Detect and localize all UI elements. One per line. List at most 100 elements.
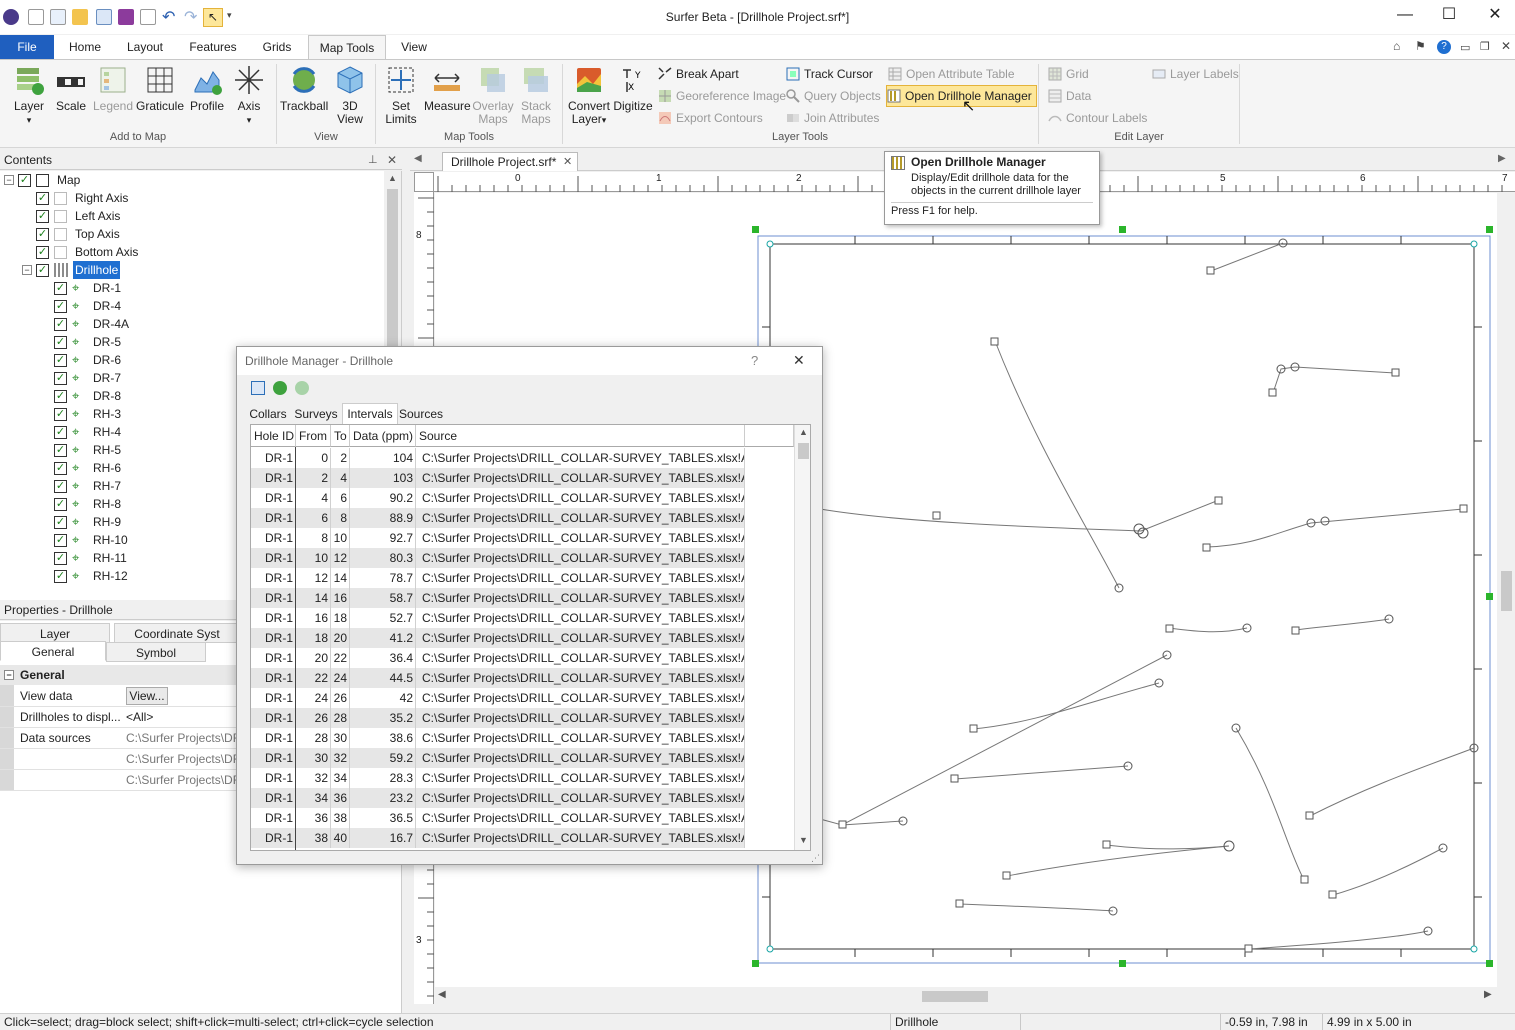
table-row[interactable]: DR-1 22 24 44.5 C:\Surfer Projects\DRILL_COL… — [251, 668, 745, 688]
visibility-checkbox[interactable]: ✓ — [54, 336, 67, 349]
table-row[interactable]: DR-1 20 22 36.4 C:\Surfer Projects\DRILL_COL… — [251, 648, 745, 668]
georeference-image-button[interactable]: Georeference Image — [658, 86, 786, 106]
contour-labels-button[interactable]: Contour Labels — [1048, 108, 1147, 128]
visibility-checkbox[interactable]: ✓ — [54, 516, 67, 529]
convert-layer-button[interactable]: Convert Layer▾ — [566, 64, 612, 127]
digitize-button[interactable]: YX Digitize — [612, 64, 654, 113]
table-cell[interactable]: DR-1 — [251, 548, 296, 568]
table-cell[interactable]: DR-1 — [251, 488, 296, 508]
table-row[interactable]: DR-1 14 16 58.7 C:\Surfer Projects\DRILL_COL… — [251, 588, 745, 608]
table-cell[interactable]: DR-1 — [251, 788, 296, 808]
table-cell[interactable]: 0 — [296, 448, 331, 468]
visibility-checkbox[interactable]: ✓ — [54, 480, 67, 493]
table-cell[interactable]: C:\Surfer Projects\DRILL_COLLAR-SURVEY_T… — [416, 448, 745, 468]
table-row[interactable]: DR-1 26 28 35.2 C:\Surfer Projects\DRILL_COL… — [251, 708, 745, 728]
scroll-thumb[interactable] — [798, 443, 809, 459]
section-general[interactable]: − General — [0, 665, 240, 685]
table-cell[interactable]: 2 — [331, 448, 350, 468]
table-cell[interactable]: 36 — [296, 808, 331, 828]
table-row[interactable]: DR-1 8 10 92.7 C:\Surfer Projects\DRILL_COLL… — [251, 528, 745, 548]
end-of-hole-markers[interactable] — [898, 238, 1479, 936]
edit-data-button[interactable]: Data — [1048, 86, 1091, 106]
table-cell[interactable]: C:\Surfer Projects\DRILL_COLLAR-SURVEY_T… — [416, 648, 745, 668]
3d-view-button[interactable]: 3D View — [330, 64, 370, 126]
tab-collars[interactable]: Collars — [248, 404, 288, 424]
column-header-from[interactable]: From — [296, 425, 331, 447]
tree-item-top-axis[interactable]: ✓ Top Axis — [0, 225, 380, 243]
table-cell[interactable]: C:\Surfer Projects\DRILL_COLLAR-SURVEY_T… — [416, 568, 745, 588]
drillhole-traces[interactable] — [819, 242, 1475, 950]
table-cell[interactable]: 28 — [296, 728, 331, 748]
table-cell[interactable]: 23.2 — [350, 788, 416, 808]
tab-map-tools[interactable]: Map Tools — [308, 35, 386, 59]
table-cell[interactable]: 38.6 — [350, 728, 416, 748]
visibility-checkbox[interactable]: ✓ — [36, 246, 49, 259]
visibility-checkbox[interactable]: ✓ — [54, 426, 67, 439]
table-cell[interactable]: 36.4 — [350, 648, 416, 668]
table-cell[interactable]: 26 — [331, 688, 350, 708]
data-source-value[interactable]: C:\Surfer Projects\DR — [126, 749, 238, 769]
table-cell[interactable]: 34 — [331, 768, 350, 788]
grid-vertical-scrollbar[interactable]: ▲ ▼ — [794, 425, 810, 850]
overlay-maps-button[interactable]: Overlay Maps — [472, 64, 514, 126]
table-cell[interactable]: 8 — [296, 528, 331, 548]
canvas-vertical-scrollbar[interactable] — [1497, 193, 1515, 988]
visibility-checkbox[interactable]: ✓ — [54, 534, 67, 547]
table-cell[interactable]: 30 — [331, 728, 350, 748]
drillholes-to-display-value[interactable]: <All> — [126, 707, 238, 727]
table-cell[interactable]: DR-1 — [251, 448, 296, 468]
table-cell[interactable]: C:\Surfer Projects\DRILL_COLLAR-SURVEY_T… — [416, 788, 745, 808]
tree-item-drillhole[interactable]: ✓ ⌖ DR-1 — [0, 279, 380, 297]
visibility-checkbox[interactable]: ✓ — [54, 408, 67, 421]
table-cell[interactable]: 104 — [350, 448, 416, 468]
data-source-value[interactable]: C:\Surfer Projects\DR — [126, 770, 238, 790]
break-apart-button[interactable]: Break Apart — [658, 64, 739, 84]
table-cell[interactable]: 40 — [331, 828, 350, 848]
visibility-checkbox[interactable]: ✓ — [18, 174, 31, 187]
export-contours-button[interactable]: Export Contours — [658, 108, 763, 128]
tab-general[interactable]: General — [0, 641, 106, 661]
import-data-icon[interactable] — [251, 381, 265, 395]
table-cell[interactable]: DR-1 — [251, 828, 296, 848]
tab-view[interactable]: View — [392, 35, 436, 59]
scroll-down-icon[interactable]: ▼ — [795, 835, 810, 845]
table-row[interactable]: DR-1 30 32 59.2 C:\Surfer Projects\DRILL_COL… — [251, 748, 745, 768]
tab-layer[interactable]: Layer — [0, 623, 110, 643]
home-icon[interactable]: ⌂ — [1393, 39, 1400, 53]
table-row[interactable]: DR-1 12 14 78.7 C:\Surfer Projects\DRILL_COL… — [251, 568, 745, 588]
tab-sources[interactable]: Sources — [399, 404, 443, 424]
table-cell[interactable]: DR-1 — [251, 708, 296, 728]
scroll-right-icon[interactable]: ▶ — [1484, 989, 1492, 1000]
table-cell[interactable]: 52.7 — [350, 608, 416, 628]
scroll-up-icon[interactable]: ▲ — [795, 427, 810, 437]
table-cell[interactable]: 10 — [296, 548, 331, 568]
table-cell[interactable]: 2 — [296, 468, 331, 488]
visibility-checkbox[interactable]: ✓ — [54, 282, 67, 295]
table-cell[interactable]: DR-1 — [251, 588, 296, 608]
resize-grip-icon[interactable]: ⋰ — [811, 853, 820, 864]
table-cell[interactable]: 92.7 — [350, 528, 416, 548]
doc-close-icon[interactable]: ✕ — [1501, 39, 1511, 53]
table-cell[interactable]: 6 — [331, 488, 350, 508]
scale-button[interactable]: Scale — [52, 64, 90, 113]
table-cell[interactable]: 12 — [331, 548, 350, 568]
document-tab[interactable]: Drillhole Project.srf* ✕ — [442, 152, 578, 171]
visibility-checkbox[interactable]: ✓ — [54, 354, 67, 367]
table-cell[interactable]: 44.5 — [350, 668, 416, 688]
table-cell[interactable]: 6 — [296, 508, 331, 528]
table-row[interactable]: DR-1 32 34 28.3 C:\Surfer Projects\DRILL_COL… — [251, 768, 745, 788]
table-cell[interactable]: 20 — [331, 628, 350, 648]
refresh-icon[interactable] — [273, 381, 287, 395]
table-cell[interactable]: DR-1 — [251, 728, 296, 748]
close-tab-icon[interactable]: ✕ — [563, 153, 572, 171]
table-row[interactable]: DR-1 24 26 42 C:\Surfer Projects\DRILL_COLLA… — [251, 688, 745, 708]
intervals-grid[interactable]: Hole ID From To Data (ppm) Source DR-1 0 2… — [250, 424, 811, 851]
table-cell[interactable]: C:\Surfer Projects\DRILL_COLLAR-SURVEY_T… — [416, 588, 745, 608]
collar-markers[interactable] — [838, 266, 1468, 953]
table-cell[interactable]: C:\Surfer Projects\DRILL_COLLAR-SURVEY_T… — [416, 768, 745, 788]
table-row[interactable]: DR-1 36 38 36.5 C:\Surfer Projects\DRILL_COL… — [251, 808, 745, 828]
layer-button[interactable]: Layer ▾ — [8, 64, 50, 127]
table-cell[interactable]: C:\Surfer Projects\DRILL_COLLAR-SURVEY_T… — [416, 828, 745, 848]
table-cell[interactable]: 103 — [350, 468, 416, 488]
join-attributes-button[interactable]: Join Attributes — [786, 108, 879, 128]
